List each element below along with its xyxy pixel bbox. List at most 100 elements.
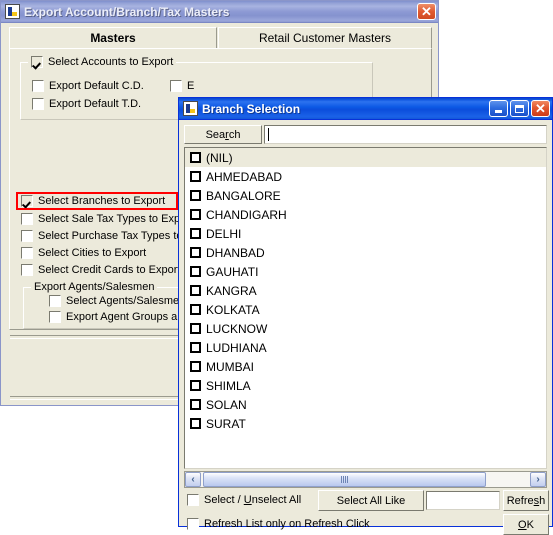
export-occluded-row[interactable]: E: [170, 80, 194, 92]
select-accounts-checkbox[interactable]: [31, 56, 43, 68]
export-default-cd-row[interactable]: Export Default C.D.: [32, 80, 144, 92]
export-default-td-row[interactable]: Export Default T.D.: [32, 98, 141, 110]
select-sale-tax-types-checkbox[interactable]: [21, 213, 33, 225]
maximize-button[interactable]: [510, 100, 529, 117]
list-item-checkbox[interactable]: [190, 380, 201, 391]
list-item[interactable]: KOLKATA: [185, 300, 546, 319]
list-item-label: SURAT: [206, 416, 246, 431]
list-item[interactable]: (NIL): [185, 148, 546, 167]
select-cities-row[interactable]: Select Cities to Export: [21, 247, 146, 259]
branch-window-body: Search (NIL) AHMEDABAD BANGALORE CHANDIGARH…: [180, 121, 551, 535]
ok-button[interactable]: OK: [503, 514, 549, 535]
select-all-like-button[interactable]: Select All Like: [318, 490, 424, 511]
close-icon: ✕: [421, 3, 432, 19]
list-item-label: LUCKNOW: [206, 321, 268, 336]
list-item-checkbox[interactable]: [190, 304, 201, 315]
list-item[interactable]: SHIMLA: [185, 376, 546, 395]
export-default-td-checkbox[interactable]: [32, 98, 44, 110]
scroll-left-arrow-icon[interactable]: ‹: [185, 472, 201, 487]
list-item-checkbox[interactable]: [190, 266, 201, 277]
main-close-button[interactable]: ✕: [417, 3, 436, 20]
list-item[interactable]: GAUHATI: [185, 262, 546, 281]
select-sale-tax-types-row[interactable]: Select Sale Tax Types to Export: [21, 213, 193, 225]
refresh-label: Refresh: [506, 494, 546, 507]
search-button-label: Search: [205, 128, 241, 141]
close-button[interactable]: ✕: [531, 100, 550, 117]
list-item-label: KANGRA: [206, 283, 257, 298]
scrollbar-track[interactable]: [201, 472, 530, 487]
export-agent-groups-row[interactable]: Export Agent Groups also: [49, 311, 191, 323]
list-item-checkbox[interactable]: [190, 342, 201, 353]
list-item-checkbox[interactable]: [190, 190, 201, 201]
scrollbar-grip-icon: [341, 476, 348, 483]
list-item[interactable]: LUCKNOW: [185, 319, 546, 338]
list-item-label: SHIMLA: [206, 378, 251, 393]
export-default-cd-checkbox[interactable]: [32, 80, 44, 92]
list-item-checkbox[interactable]: [190, 323, 201, 334]
tab-retail-customer-masters[interactable]: Retail Customer Masters: [218, 27, 432, 48]
select-accounts-label: Select Accounts to Export: [48, 56, 174, 68]
horizontal-scrollbar[interactable]: ‹ ›: [184, 471, 547, 488]
list-item-label: GAUHATI: [206, 264, 259, 279]
accounts-group-title[interactable]: Select Accounts to Export: [28, 56, 177, 68]
branch-list[interactable]: (NIL) AHMEDABAD BANGALORE CHANDIGARH DELHI DH…: [184, 147, 547, 469]
list-item-checkbox[interactable]: [190, 418, 201, 429]
search-button[interactable]: Search: [184, 125, 262, 144]
tabstrip: Masters Retail Customer Masters: [9, 27, 432, 49]
app-logo-icon: [183, 101, 198, 116]
list-item-checkbox[interactable]: [190, 152, 201, 163]
select-unselect-all-row[interactable]: Select / Unselect All: [187, 494, 301, 506]
list-item[interactable]: MUMBAI: [185, 357, 546, 376]
main-titlebar[interactable]: Export Account/Branch/Tax Masters ✕: [1, 1, 438, 23]
list-item[interactable]: LUDHIANA: [185, 338, 546, 357]
list-item[interactable]: CHANDIGARH: [185, 205, 546, 224]
close-icon: ✕: [535, 100, 546, 116]
select-cities-label: Select Cities to Export: [38, 247, 147, 259]
minimize-button[interactable]: [489, 100, 508, 117]
scrollbar-thumb[interactable]: [203, 472, 486, 487]
tab-masters[interactable]: Masters: [9, 27, 217, 48]
minimize-icon: [495, 110, 502, 113]
search-input[interactable]: [264, 125, 547, 144]
select-credit-cards-checkbox[interactable]: [21, 264, 33, 276]
list-item[interactable]: SURAT: [185, 414, 546, 433]
maximize-icon: [515, 104, 524, 113]
scroll-right-arrow-icon[interactable]: ›: [530, 472, 546, 487]
list-item[interactable]: KANGRA: [185, 281, 546, 300]
list-item[interactable]: BANGALORE: [185, 186, 546, 205]
refresh-only-on-click-checkbox[interactable]: [187, 518, 199, 530]
tab-retail-label: Retail Customer Masters: [258, 31, 392, 45]
list-item-label: BANGALORE: [206, 188, 281, 203]
list-item-checkbox[interactable]: [190, 399, 201, 410]
export-occluded-checkbox[interactable]: [170, 80, 182, 92]
main-window-title: Export Account/Branch/Tax Masters: [24, 4, 230, 19]
list-item-checkbox[interactable]: [190, 209, 201, 220]
list-item[interactable]: SOLAN: [185, 395, 546, 414]
select-agents-checkbox[interactable]: [49, 295, 61, 307]
list-item-label: KOLKATA: [206, 302, 260, 317]
refresh-button[interactable]: Refresh: [503, 490, 549, 511]
list-item[interactable]: AHMEDABAD: [185, 167, 546, 186]
refresh-only-on-click-label: Refresh List only on Refresh Click: [204, 518, 370, 530]
list-item-checkbox[interactable]: [190, 247, 201, 258]
export-agent-groups-checkbox[interactable]: [49, 311, 61, 323]
select-purchase-tax-types-checkbox[interactable]: [21, 230, 33, 242]
list-item-label: SOLAN: [206, 397, 247, 412]
refresh-only-on-click-row[interactable]: Refresh List only on Refresh Click: [187, 518, 370, 530]
list-item-checkbox[interactable]: [190, 228, 201, 239]
select-credit-cards-row[interactable]: Select Credit Cards to Export: [21, 264, 180, 276]
main-window-controls: ✕: [417, 3, 436, 20]
list-item[interactable]: DELHI: [185, 224, 546, 243]
list-item-checkbox[interactable]: [190, 285, 201, 296]
list-item[interactable]: DHANBAD: [185, 243, 546, 262]
branch-titlebar[interactable]: Branch Selection ✕: [179, 98, 552, 120]
select-all-like-input[interactable]: [426, 491, 500, 510]
select-cities-checkbox[interactable]: [21, 247, 33, 259]
list-item-checkbox[interactable]: [190, 171, 201, 182]
list-item-label: LUDHIANA: [206, 340, 267, 355]
list-item-checkbox[interactable]: [190, 361, 201, 372]
select-unselect-all-checkbox[interactable]: [187, 494, 199, 506]
list-item-label: DELHI: [206, 226, 242, 241]
list-item-label: MUMBAI: [206, 359, 254, 374]
export-default-td-label: Export Default T.D.: [49, 98, 142, 110]
